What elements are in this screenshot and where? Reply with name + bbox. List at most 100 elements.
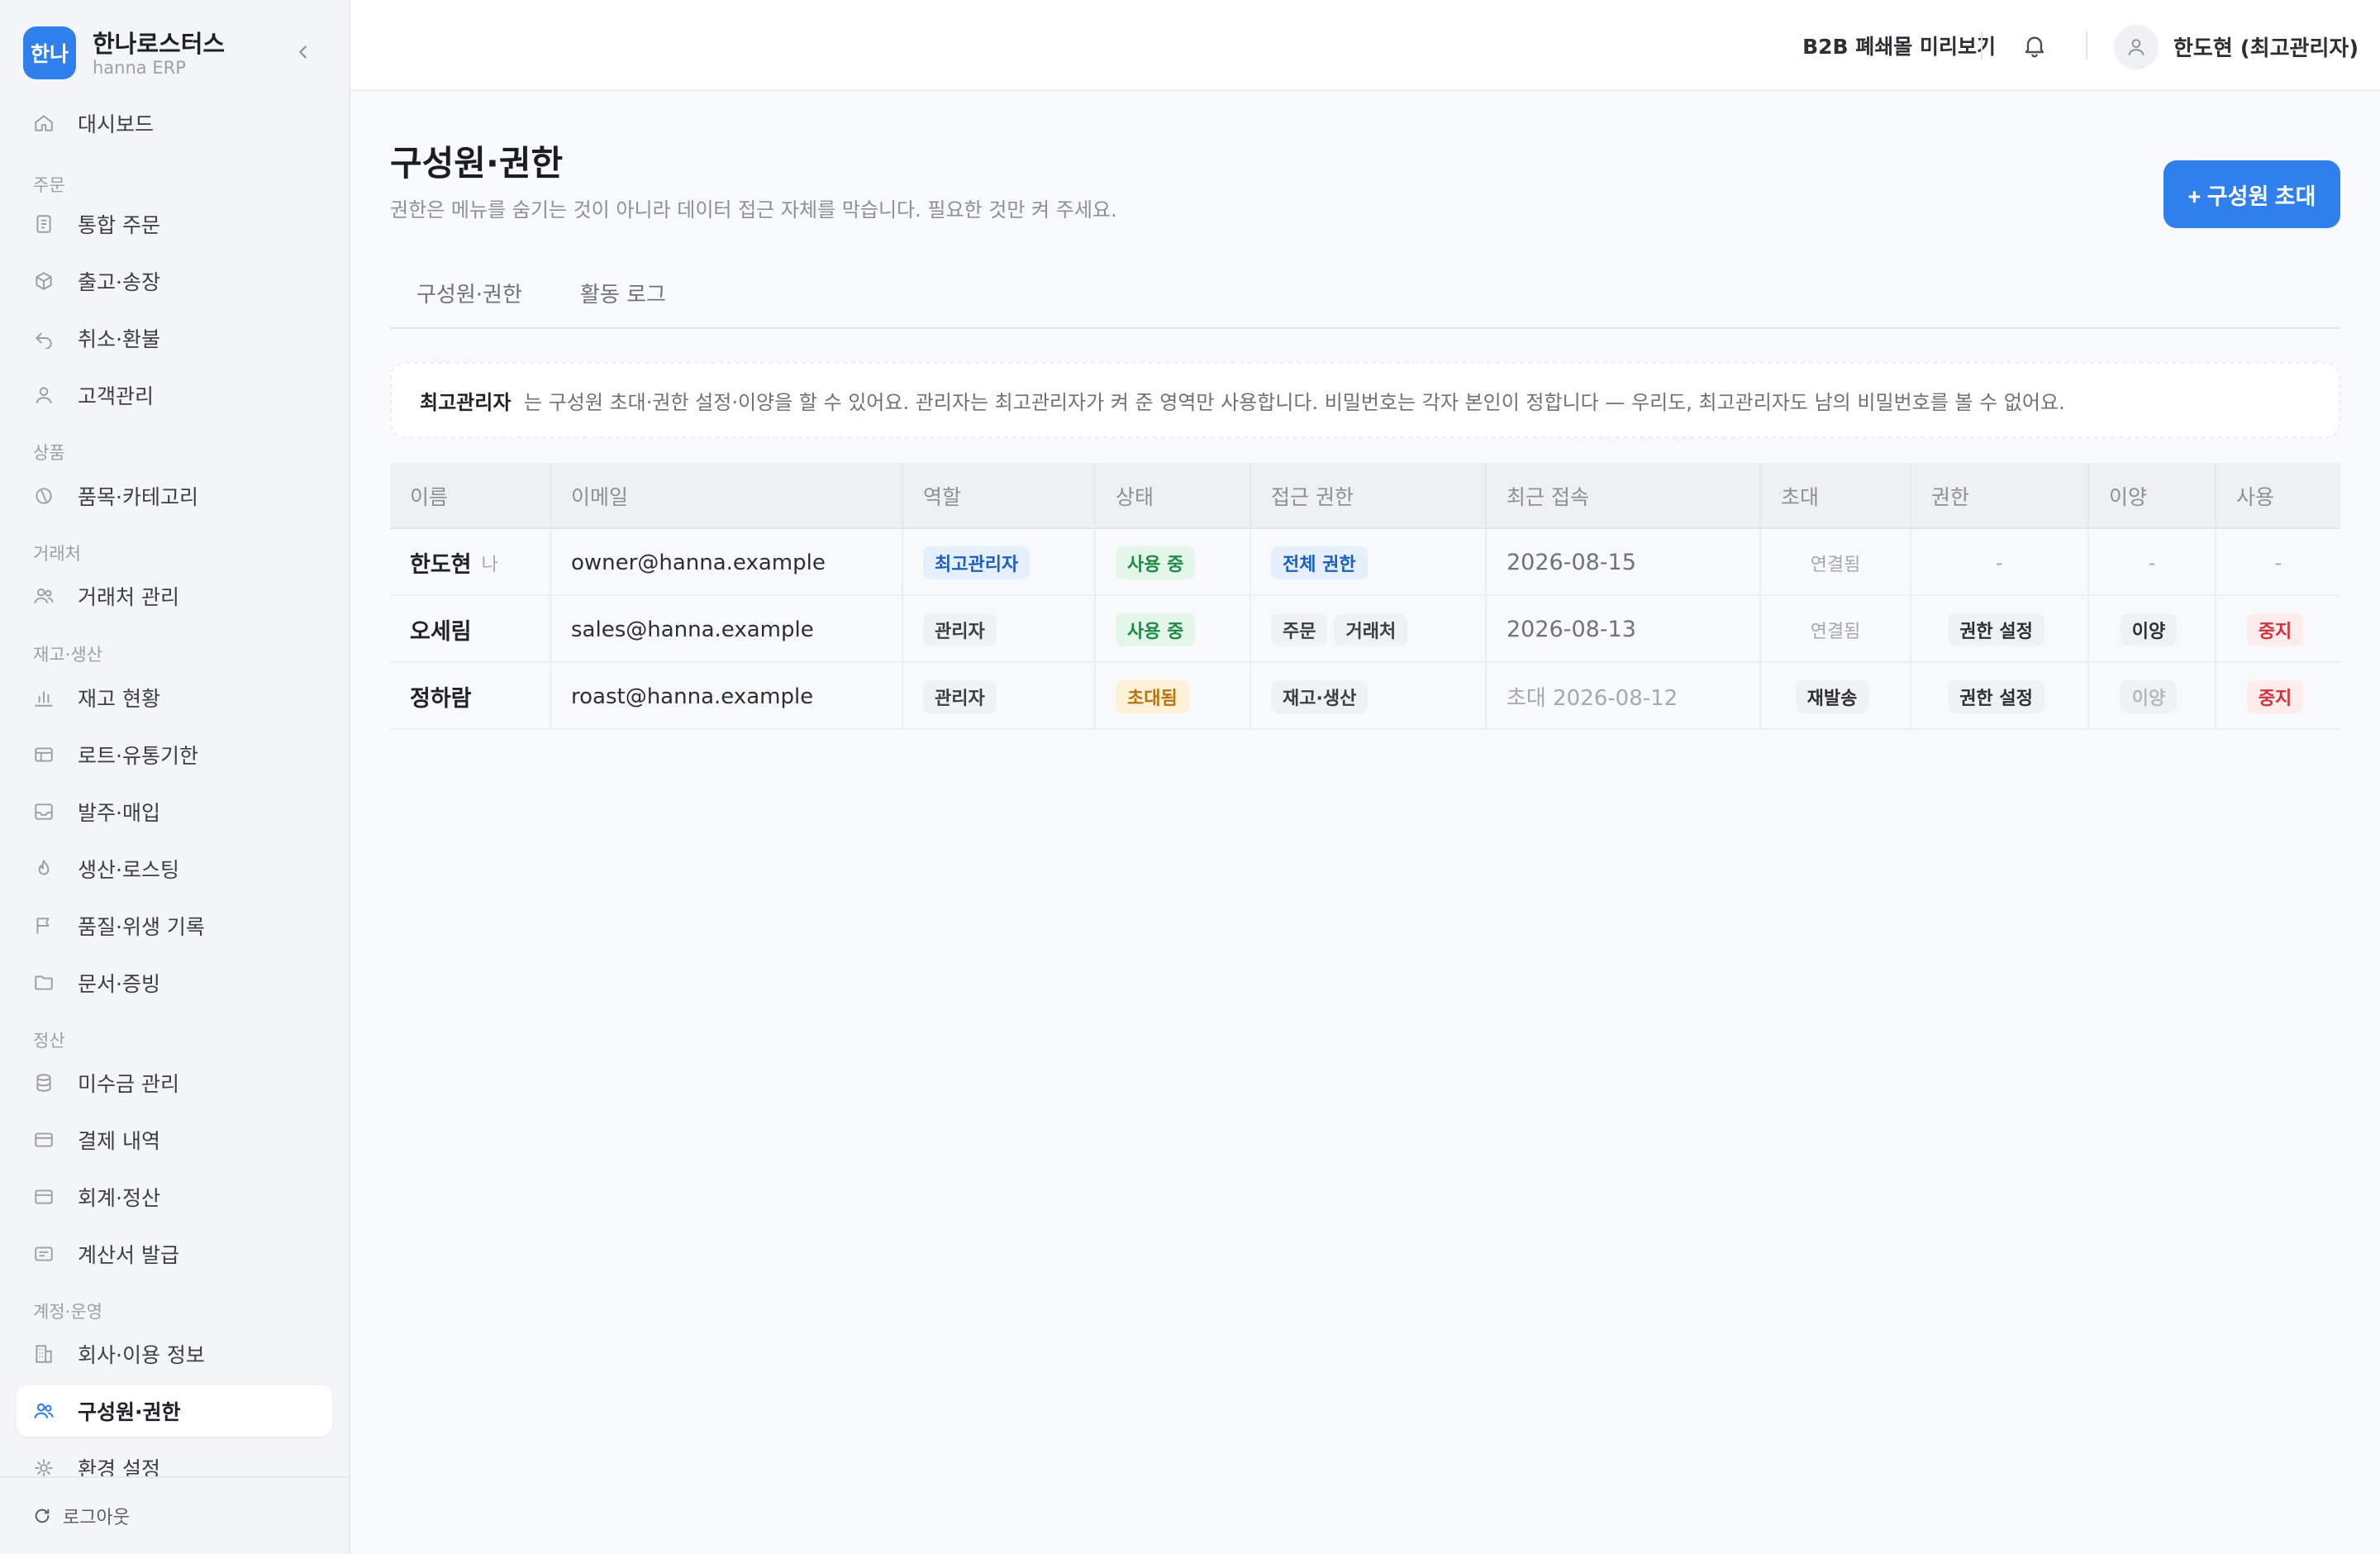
status-badge: 사용 중 [1116, 613, 1196, 646]
sidebar-item-label: 통합 주문 [78, 213, 160, 237]
sidebar-item-label: 고객관리 [78, 384, 155, 408]
sidebar-item-payments[interactable]: 결제 내역 [17, 1114, 332, 1166]
brand-name: 한나로스터스 [93, 30, 226, 58]
role-cell: 관리자 [903, 663, 1096, 730]
database-icon [36, 1074, 51, 1092]
sidebar-item-purchases[interactable]: 발주·매입 [17, 786, 332, 837]
sidebar-item-label: 생산·로스팅 [78, 858, 179, 882]
transfer-cell: - [2089, 529, 2216, 596]
notification-button[interactable] [2021, 31, 2048, 60]
use-empty: - [2274, 551, 2282, 574]
sidebar-item-shipping[interactable]: 출고·송장 [17, 255, 332, 307]
sidebar-item-customers[interactable]: 고객관리 [17, 369, 332, 421]
use-cell: - [2216, 529, 2340, 596]
invite-member-button[interactable]: + 구성원 초대 [2163, 160, 2340, 228]
logout-button[interactable]: 로그아웃 [33, 1501, 130, 1531]
suspend-button[interactable]: 중지 [2246, 679, 2304, 713]
use-cell: 중지 [2216, 663, 2340, 730]
column-header[interactable]: 초대 [1761, 463, 1911, 529]
avatar[interactable] [2114, 25, 2159, 69]
invite-status: 연결됨 [1810, 621, 1861, 642]
column-header[interactable]: 이메일 [551, 463, 903, 529]
member-name-cell: 한도현 나 [390, 529, 551, 596]
invite-cell: 연결됨 [1761, 529, 1911, 596]
sidebar-item-stock[interactable]: 재고 현황 [17, 672, 332, 723]
sidebar-item-label: 미수금 관리 [78, 1072, 179, 1096]
member-email: sales@hanna.example [551, 596, 903, 663]
permission-settings-button[interactable]: 권한 설정 [1948, 679, 2044, 713]
sidebar-item-label: 구성원·권한 [78, 1400, 181, 1424]
app-root: 한나 한나로스터스 hanna ERP 대시보드 주문 통합 주문 출고·송장 [0, 0, 2380, 1554]
me-tag: 나 [481, 554, 498, 575]
role-cell: 관리자 [903, 596, 1096, 663]
logout-icon [35, 1509, 50, 1523]
access-badge: 재고·생산 [1271, 679, 1368, 713]
collapse-sidebar-button[interactable] [289, 38, 317, 66]
resend-invite-button[interactable]: 재발송 [1795, 679, 1869, 713]
last-login: 2026-08-15 [1487, 529, 1761, 596]
status-cell: 초대됨 [1096, 663, 1251, 730]
brand-logo: 한나 [23, 26, 76, 79]
sidebar-item-lots[interactable]: 로트·유통기한 [17, 729, 332, 780]
nav-group-inventory: 재고·생산 [33, 645, 102, 665]
sidebar-item-label: 문서·증빙 [78, 972, 160, 996]
sidebar-item-company[interactable]: 회사·이용 정보 [17, 1328, 332, 1380]
column-header[interactable]: 최근 접속 [1487, 463, 1761, 529]
sidebar-item-refunds[interactable]: 취소·환불 [17, 312, 332, 364]
column-header[interactable]: 접근 권한 [1251, 463, 1487, 529]
user-icon [2128, 39, 2144, 56]
suspend-button[interactable]: 중지 [2246, 613, 2304, 646]
column-header[interactable]: 이양 [2089, 463, 2216, 529]
nav-group-product: 상품 [33, 443, 65, 463]
sidebar-item-label: 품목·카테고리 [78, 485, 198, 509]
transfer-button-disabled: 이양 [2120, 679, 2178, 713]
folder-icon [35, 975, 53, 990]
inbox-icon [35, 803, 53, 820]
column-header[interactable]: 역할 [903, 463, 1096, 529]
topbar-divider [2086, 31, 2087, 60]
member-name-cell: 오세림 [390, 596, 551, 663]
sidebar-item-invoices[interactable]: 계산서 발급 [17, 1228, 332, 1280]
tab-members[interactable]: 구성원·권한 [416, 273, 522, 329]
tab-activity-log[interactable]: 활동 로그 [580, 273, 666, 329]
column-header[interactable]: 권한 [1911, 463, 2089, 529]
sidebar-item-roasting[interactable]: 생산·로스팅 [17, 843, 332, 894]
sidebar-item-products[interactable]: 품목·카테고리 [17, 470, 332, 522]
nav-group-partner: 거래처 [33, 544, 81, 564]
sidebar-item-members[interactable]: 구성원·권한 [17, 1385, 332, 1437]
home-icon [35, 115, 53, 131]
status-cell: 사용 중 [1096, 596, 1251, 663]
transfer-button[interactable]: 이양 [2120, 613, 2178, 646]
access-cell: 재고·생산 [1251, 663, 1487, 730]
brand-subtitle: hanna ERP [93, 58, 186, 78]
flame-icon [38, 860, 50, 875]
column-header[interactable]: 이름 [390, 463, 551, 529]
tab-bar: 구성원·권한 활동 로그 [390, 273, 2340, 329]
receipt-icon [35, 1247, 53, 1261]
column-header[interactable]: 사용 [2216, 463, 2340, 529]
permission-cell: - [1911, 529, 2089, 596]
sidebar-item-orders[interactable]: 통합 주문 [17, 198, 332, 250]
page-title: 구성원·권한 [390, 143, 564, 184]
invite-status: 연결됨 [1810, 554, 1861, 575]
current-user-name[interactable]: 한도현 (최고관리자) [2173, 31, 2359, 62]
sidebar-item-receivables[interactable]: 미수금 관리 [17, 1057, 332, 1108]
b2b-preview-link[interactable]: B2B 폐쇄몰 미리보기 [1802, 31, 1996, 60]
users-icon [34, 1403, 54, 1418]
table-row: 오세림 sales@hanna.example 관리자 사용 중 주문 거래처 … [390, 596, 2340, 663]
access-badge: 전체 권한 [1271, 546, 1368, 579]
sidebar-item-documents[interactable]: 문서·증빙 [17, 957, 332, 1008]
sidebar-item-quality[interactable]: 품질·위생 기록 [17, 900, 332, 951]
permission-cell: 권한 설정 [1911, 663, 2089, 730]
nav-group-settlement: 정산 [33, 1031, 65, 1051]
column-header[interactable]: 상태 [1096, 463, 1251, 529]
member-name-cell: 정하람 [390, 663, 551, 730]
sidebar-item-partners[interactable]: 거래처 관리 [17, 570, 332, 622]
bar-chart-icon [35, 691, 53, 707]
sidebar-item-accounting[interactable]: 회계·정산 [17, 1171, 332, 1223]
permission-settings-button[interactable]: 권한 설정 [1948, 613, 2044, 646]
notice-role: 최고관리자 [420, 390, 512, 414]
sidebar-item-dashboard[interactable]: 대시보드 [17, 98, 332, 149]
invite-cell: 재발송 [1761, 663, 1911, 730]
sidebar-item-label: 거래처 관리 [78, 585, 179, 609]
